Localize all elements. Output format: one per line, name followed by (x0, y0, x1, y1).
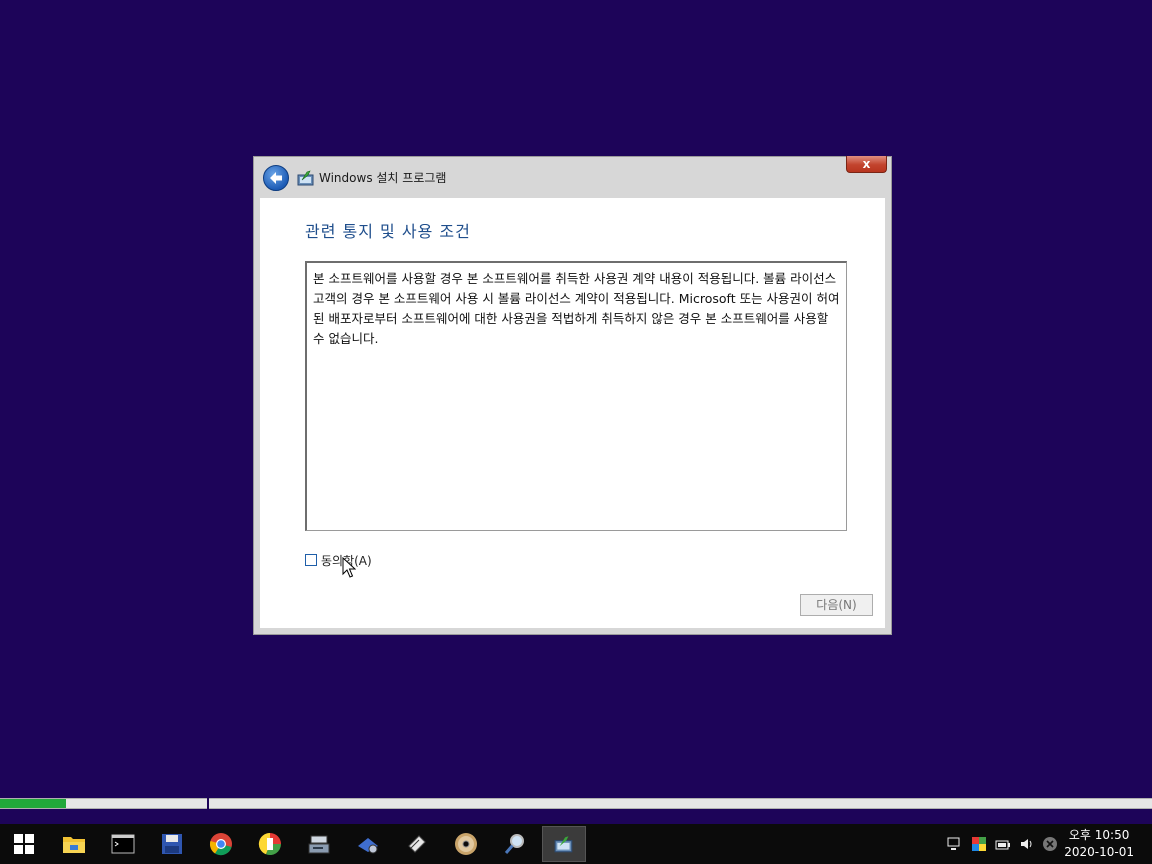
cd-disc-icon[interactable] (444, 826, 488, 862)
clock-date: 2020-10-01 (1064, 845, 1134, 859)
content-panel: 관련 통지 및 사용 조건 본 소프트웨어를 사용할 경우 본 소프트웨어를 취… (260, 198, 885, 628)
setup-icon (297, 170, 314, 186)
page-heading: 관련 통지 및 사용 조건 (305, 222, 471, 241)
close-button[interactable]: x (846, 156, 887, 173)
search-magnifier-icon[interactable] (493, 826, 537, 862)
window-title: Windows 설치 프로그램 (319, 171, 447, 185)
clock-time: 오후 10:50 (1068, 828, 1130, 842)
setup-progress-bar (0, 798, 1152, 809)
color-icon[interactable] (971, 836, 987, 852)
agree-checkbox[interactable]: 동의함(A) (305, 552, 372, 568)
windows-setup-icon[interactable] (542, 826, 586, 862)
partition-tool-icon[interactable] (248, 826, 292, 862)
file-explorer-icon[interactable] (52, 826, 96, 862)
progress-fill (0, 799, 66, 808)
taskbar: 오후 10:50 2020-10-01 (0, 824, 1152, 864)
setup-window: x Windows 설치 프로그램 관련 통지 및 사용 조건 본 소프트웨어를… (253, 156, 892, 635)
license-text-box[interactable]: 본 소프트웨어를 사용할 경우 본 소프트웨어를 취득한 사용권 계약 내용이 … (305, 261, 847, 531)
chrome-icon[interactable] (199, 826, 243, 862)
volume-icon[interactable] (1019, 836, 1035, 852)
next-button[interactable]: 다음(N) (800, 594, 873, 616)
mouse-cursor-icon (342, 557, 356, 578)
network-icon[interactable] (947, 836, 963, 852)
checkbox-box[interactable] (305, 554, 317, 566)
disk-tool-icon[interactable] (297, 826, 341, 862)
system-clock[interactable]: 오후 10:50 2020-10-01 (1064, 827, 1134, 861)
command-prompt-icon[interactable] (101, 826, 145, 862)
network-tool-icon[interactable] (346, 826, 390, 862)
back-arrow-icon[interactable] (263, 165, 289, 191)
usb-drive-icon[interactable] (395, 826, 439, 862)
battery-icon[interactable] (995, 836, 1011, 852)
floppy-save-icon[interactable] (150, 826, 194, 862)
close-circle-icon[interactable] (1042, 836, 1058, 852)
progress-divider (207, 798, 209, 809)
start-windows-icon[interactable] (2, 826, 46, 862)
